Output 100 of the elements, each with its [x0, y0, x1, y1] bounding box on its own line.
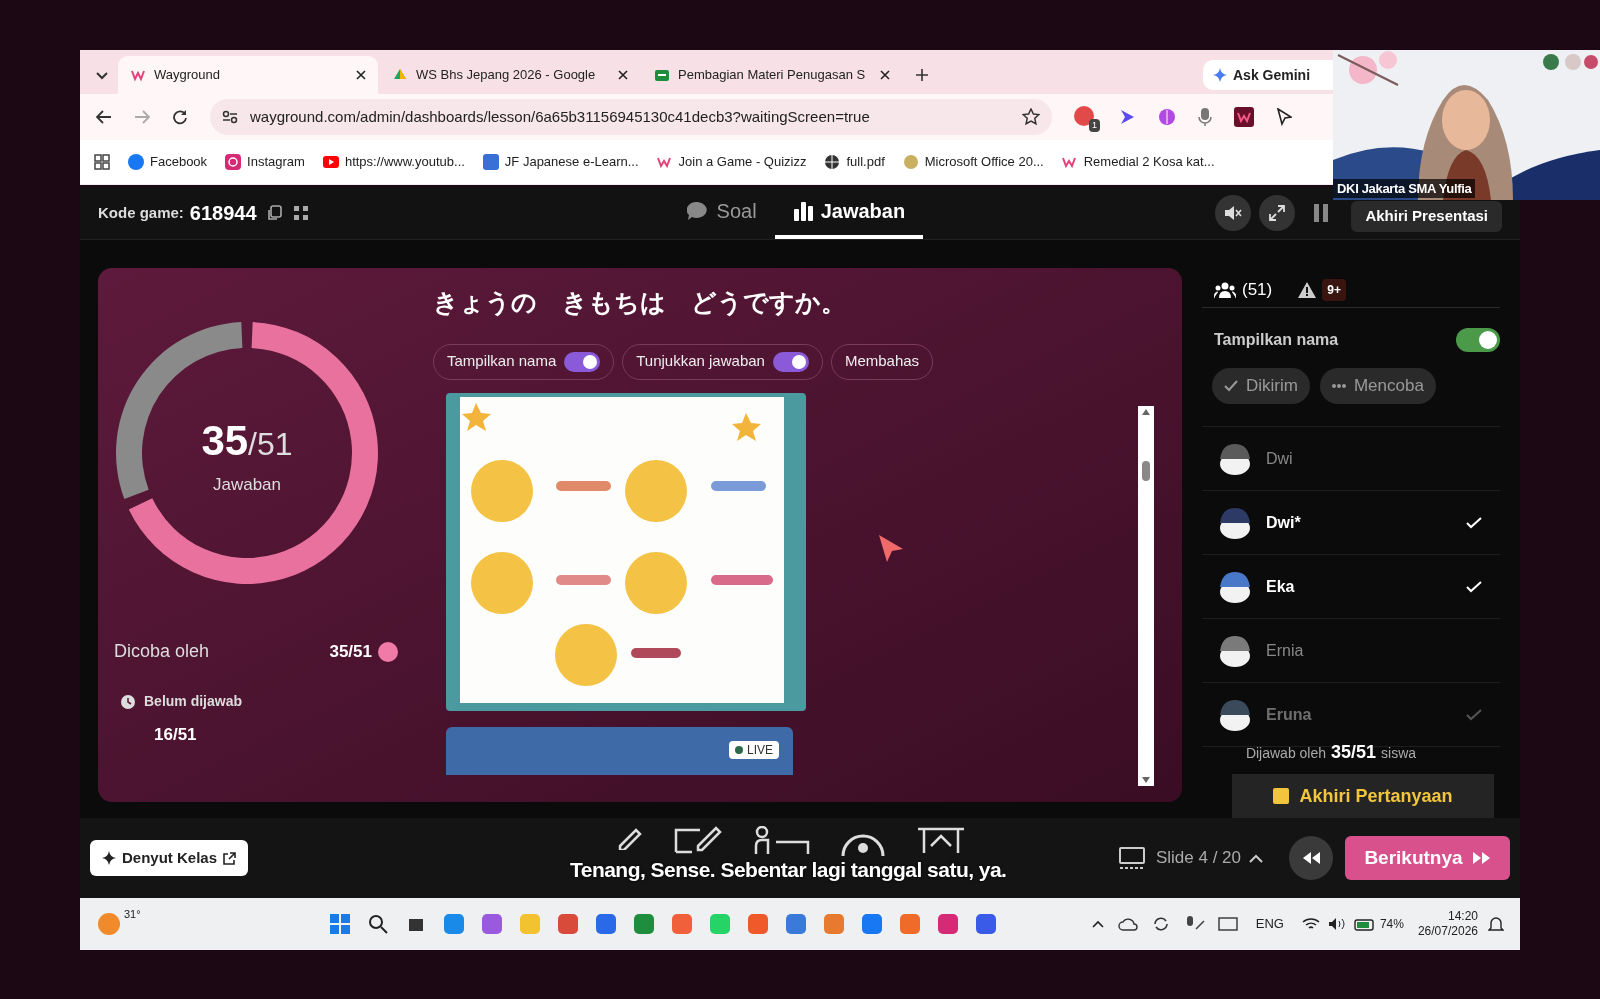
- student-row[interactable]: Dwi: [1202, 427, 1500, 491]
- app-icon[interactable]: [936, 913, 959, 935]
- student-name: Eka: [1266, 576, 1296, 597]
- previous-button[interactable]: [1289, 836, 1333, 880]
- toggle-switch[interactable]: [1456, 328, 1500, 352]
- view-tab[interactable]: Soal: [668, 187, 775, 239]
- battery-icon: [1353, 917, 1376, 931]
- show-names-label: Tampilkan nama: [1214, 330, 1339, 350]
- answered-by-label: Dijawab oleh: [1245, 744, 1327, 763]
- copy-icon: [266, 205, 283, 221]
- chevron-up-icon: [1091, 920, 1104, 928]
- scrollbar-thumb[interactable]: [1142, 461, 1150, 481]
- down-arrow-icon: [1142, 777, 1150, 783]
- back-icon: [96, 110, 112, 124]
- fullscreen-button[interactable]: [1259, 195, 1296, 231]
- search-icon[interactable]: [366, 913, 389, 935]
- close-icon: [880, 70, 890, 80]
- student-row[interactable]: Eka: [1202, 555, 1500, 619]
- bookmark-link[interactable]: https://www.youtub...: [322, 152, 465, 172]
- toggle-switch[interactable]: [564, 351, 601, 372]
- app-icon[interactable]: [974, 913, 997, 935]
- bookmark-link[interactable]: Microsoft Office 20...: [902, 152, 1044, 172]
- slide-thumbnail[interactable]: LIVE: [446, 726, 793, 775]
- sparkle-icon: [1213, 68, 1227, 82]
- w-logo-icon: [130, 68, 146, 82]
- scrollbar[interactable]: [1138, 406, 1154, 786]
- wifi-icon: [1301, 917, 1320, 931]
- pause-icon: [1314, 204, 1329, 222]
- answers-label: Jawaban: [212, 473, 282, 496]
- toggle-label: Tampilkan nama: [447, 351, 557, 372]
- external-link-icon: [223, 851, 237, 865]
- live-badge: LIVE: [729, 740, 779, 759]
- unanswered-count: 16/51: [154, 724, 198, 746]
- clock-time: 14:20: [1447, 909, 1478, 924]
- end-presentation-button[interactable]: Akhiri Presentasi: [1351, 201, 1502, 232]
- warning-icon: [1298, 281, 1317, 298]
- weather-icon: [96, 911, 122, 937]
- app-icon[interactable]: [556, 913, 579, 935]
- student-row[interactable]: Ernia: [1202, 619, 1500, 683]
- cloud-icon: [1117, 916, 1138, 932]
- bookmark-link[interactable]: Join a Game - Quizizz: [656, 152, 807, 172]
- play-logo-icon: [322, 154, 339, 170]
- cursor-arrow-icon: [1276, 108, 1292, 126]
- attempted-label: Dicoba oleh: [114, 640, 211, 663]
- reload-icon: [172, 109, 188, 125]
- app-icon[interactable]: [632, 913, 655, 935]
- slide-counter: Slide 4 / 20: [1155, 847, 1241, 870]
- camera-logo-icon: [225, 154, 242, 170]
- app-icon[interactable]: [442, 913, 465, 935]
- filter-chip[interactable]: Dikirim: [1212, 368, 1310, 404]
- bookmark-link[interactable]: Facebook: [128, 152, 208, 172]
- app-icon[interactable]: [480, 913, 503, 935]
- sync-icon: [1151, 915, 1170, 933]
- question-text: きょうの きもちは どうですか。: [433, 287, 847, 318]
- browser-tab[interactable]: WS Bhs Jepang 2026 - Google: [380, 56, 640, 94]
- site-settings-icon: [222, 110, 238, 124]
- plus-icon: [916, 69, 928, 81]
- close-icon: [618, 70, 628, 80]
- tab-title: WS Bhs Jepang 2026 - Google: [416, 66, 597, 85]
- answer-total: /51: [248, 424, 293, 464]
- bookmark-link[interactable]: Instagram: [225, 152, 305, 172]
- check-icon: [1224, 380, 1238, 392]
- bar-chart-icon: [792, 201, 813, 221]
- app-icon[interactable]: [670, 913, 693, 935]
- view-tab[interactable]: Jawaban: [774, 187, 924, 239]
- app-icon[interactable]: [784, 913, 807, 935]
- app-icon[interactable]: [822, 913, 845, 935]
- browser-tab[interactable]: Wayground: [118, 56, 378, 94]
- app-icon[interactable]: [746, 913, 769, 935]
- microphone-icon: [1198, 107, 1212, 127]
- bookmark-link[interactable]: full.pdf: [824, 152, 885, 172]
- pointer-cursor-icon: [877, 532, 905, 563]
- unanswered-label: Belum dijawab: [144, 692, 243, 711]
- globe-icon: [824, 154, 841, 170]
- class-pulse-button[interactable]: Denyut Kelas: [90, 840, 249, 876]
- circle-logo-icon: [128, 154, 144, 170]
- app-icon[interactable]: [898, 913, 921, 935]
- windows-icon[interactable]: [328, 913, 351, 935]
- next-button[interactable]: Berikutnya: [1345, 836, 1510, 880]
- ask-gemini-button[interactable]: Ask Gemini: [1203, 60, 1333, 90]
- rewind-icon: [1302, 852, 1320, 864]
- w-logo-icon: [1234, 107, 1254, 127]
- bookmark-link[interactable]: JF Japanese e-Learn...: [482, 152, 639, 172]
- app-icon[interactable]: [594, 913, 617, 935]
- fast-forward-icon: [1472, 852, 1491, 864]
- app-icon[interactable]: [860, 913, 883, 935]
- address-bar[interactable]: wayground.com/admin/dashboards/lesson/6a65b31156945130c41decb3?waitingScreen=true: [210, 99, 1052, 135]
- participant-count: (51): [1242, 278, 1273, 301]
- student-name: Ernia: [1266, 640, 1305, 661]
- tab-title: Pembagian Materi Penugasan S: [678, 66, 867, 85]
- end-question-button[interactable]: Akhiri Pertanyaan: [1232, 774, 1494, 818]
- temperature: 31°: [124, 907, 141, 922]
- filter-chip[interactable]: Mencoba: [1319, 368, 1436, 404]
- mute-button[interactable]: [1215, 195, 1252, 231]
- battery-percent: 74%: [1379, 916, 1404, 933]
- browser-tab[interactable]: Pembagian Materi Penugasan S: [642, 56, 902, 94]
- language-indicator[interactable]: ENG: [1255, 914, 1284, 934]
- toggle-switch[interactable]: [772, 351, 809, 372]
- student-row[interactable]: Dwi*: [1202, 491, 1500, 555]
- bookmark-link[interactable]: Remedial 2 Kosa kat...: [1061, 152, 1215, 172]
